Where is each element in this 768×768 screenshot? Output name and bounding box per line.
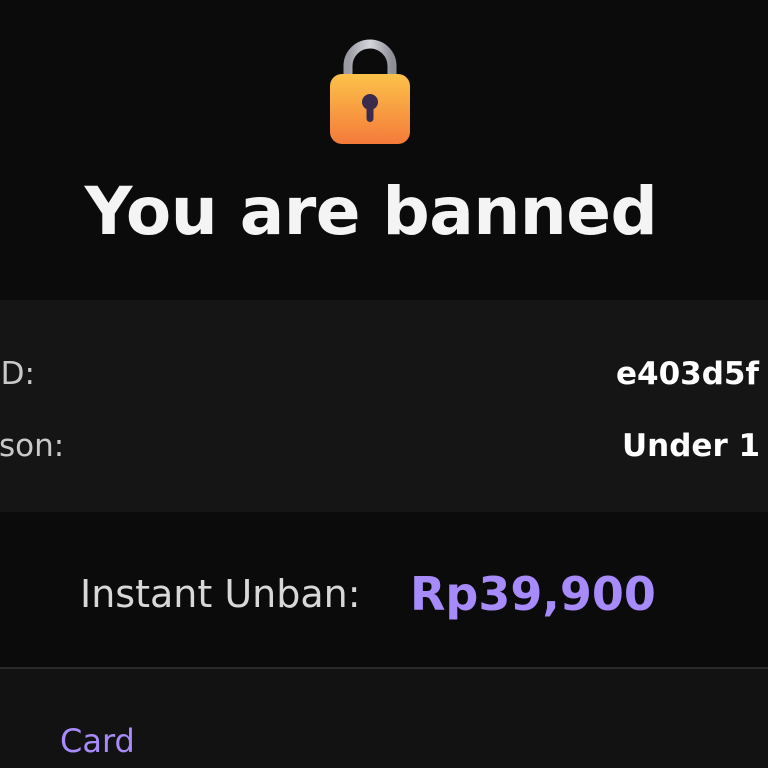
- ban-id-label: n ID:: [0, 356, 35, 392]
- ban-page: You are banned n ID: e403d5f ason: Under…: [0, 0, 768, 768]
- instant-unban-price: Rp39,900: [410, 567, 656, 621]
- ban-info-panel: [0, 300, 768, 512]
- tab-card[interactable]: Card: [60, 721, 135, 761]
- ban-reason-label: ason:: [0, 428, 65, 464]
- page-title: You are banned: [84, 173, 658, 250]
- ban-reason-value: Under 1: [622, 428, 761, 464]
- lock-icon: [328, 38, 412, 146]
- instant-unban-label: Instant Unban:: [80, 572, 361, 616]
- ban-id-value: e403d5f: [616, 356, 759, 392]
